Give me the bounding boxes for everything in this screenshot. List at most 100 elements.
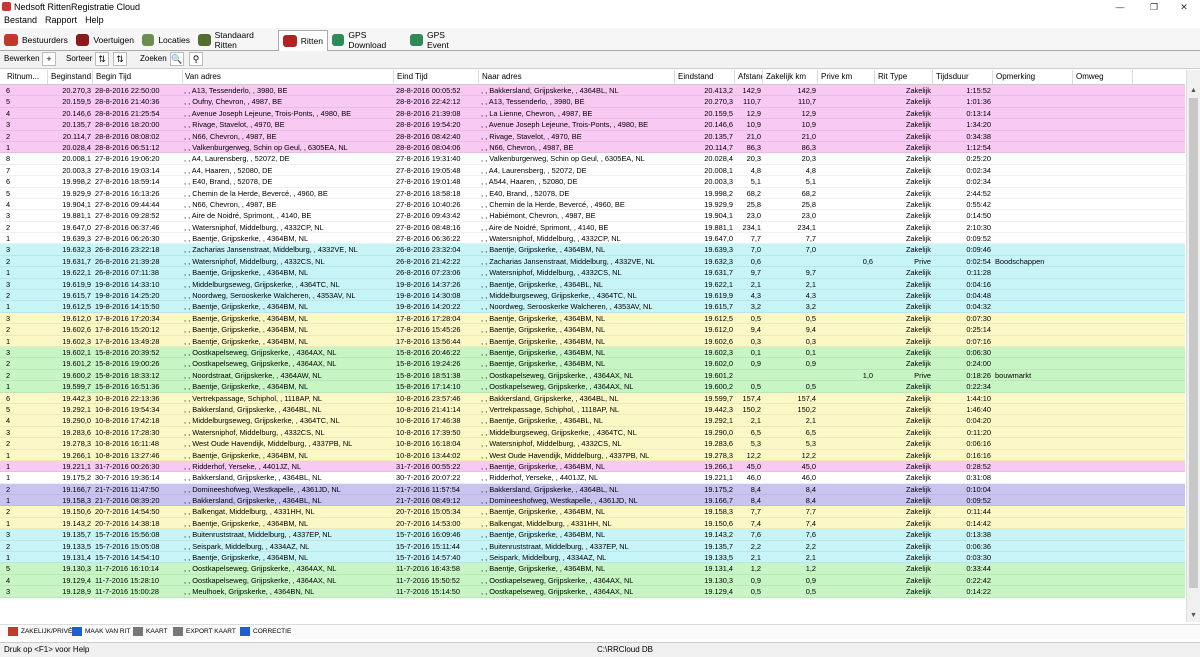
table-row[interactable]: 3 20.135,7 28-8-2016 18:20:00 , , Rivage, S… <box>0 119 1185 131</box>
column-header[interactable]: Beginstand <box>48 70 93 84</box>
column-header[interactable]: Eindstand <box>675 70 735 84</box>
table-cell: 2,1 <box>750 279 761 289</box>
table-row[interactable]: 2 19.602,6 17-8-2016 15:20:12 , , Baentje, … <box>0 324 1185 336</box>
column-header[interactable]: Begin Tijd <box>93 70 183 84</box>
table-row[interactable]: 3 19.619,9 19-8-2016 14:33:10 , , Middelbur… <box>0 278 1185 291</box>
table-row[interactable]: 1 19.639,3 27-8-2016 06:26:30 , , Baentje, … <box>0 233 1185 245</box>
table-row[interactable]: 4 19.904,1 27-8-2016 09:44:44 , , N66, Chev… <box>0 198 1185 211</box>
menu-help[interactable]: Help <box>81 14 108 26</box>
sort-descending-icon[interactable]: ⇅ <box>113 52 127 66</box>
table-row[interactable]: 1 20.028,4 28-8-2016 06:51:12 , , Valkenbur… <box>0 141 1185 154</box>
tab-standaard-ritten[interactable]: Standaard Ritten <box>194 30 276 50</box>
table-cell: Zakelijk <box>905 439 931 449</box>
table-row[interactable]: 3 19.283,6 10-8-2016 17:28:30 , , Watersnip… <box>0 426 1185 439</box>
action-maak-van-rit[interactable]: MAAK VAN RIT <box>72 627 130 636</box>
table-row[interactable]: 3 19.632,3 26-8-2016 23:22:18 , , Zacharias… <box>0 244 1185 256</box>
table-row[interactable]: 2 19.601,2 15-8-2016 19:00:26 , , Oostkapel… <box>0 358 1185 370</box>
table-row[interactable]: 1 19.143,2 20-7-2016 14:38:18 , , Baentje, … <box>0 517 1185 530</box>
table-row[interactable]: 6 19.442,3 10-8-2016 22:13:36 , , Vertrekpa… <box>0 392 1185 404</box>
action-correctie[interactable]: CORRECTIE <box>240 627 291 636</box>
table-cell: , , Zacharias Jansenstraat, Middelburg, … <box>184 245 358 255</box>
minimize-button[interactable]: — <box>1104 0 1136 14</box>
column-header[interactable]: Eind Tijd <box>394 70 479 84</box>
table-row[interactable]: 3 19.128,9 11-7-2016 15:00:28 , , Meulhoek,… <box>0 586 1185 598</box>
table-row[interactable]: 1 19.612,5 19-8-2016 14:15:50 , , Baentje, … <box>0 301 1185 313</box>
binoculars-icon[interactable]: ⚲ <box>189 52 203 66</box>
table-row[interactable]: 1 19.158,3 21-7-2016 08:39:20 , , Bakkersla… <box>0 495 1185 507</box>
table-cell: 2,2 <box>805 541 816 551</box>
table-cell: 19.602,1 <box>62 347 91 357</box>
table-cell: 21-7-2016 11:47:50 <box>95 484 159 494</box>
table-row[interactable]: 2 19.615,7 19-8-2016 14:25:20 , , Noordweg,… <box>0 290 1185 302</box>
maximize-button[interactable]: ❐ <box>1138 0 1170 14</box>
tab-voertuigen[interactable]: Voertuigen <box>72 30 138 49</box>
column-header[interactable]: Omweg <box>1073 70 1133 84</box>
column-header[interactable]: Rit Type <box>875 70 933 84</box>
column-header[interactable]: Van adres <box>182 70 394 84</box>
table-cell <box>818 347 875 358</box>
scroll-up-icon[interactable]: ▲ <box>1187 85 1200 97</box>
table-row[interactable]: 8 20.008,1 27-8-2016 19:06:20 , , A4, Laure… <box>0 153 1185 165</box>
table-cell <box>1073 563 1133 574</box>
table-row[interactable]: 4 19.129,4 11-7-2016 15:28:10 , , Oostkapel… <box>0 574 1185 587</box>
action-zakelijk-priv-[interactable]: ZAKELIJK/PRIVÉ <box>8 627 72 636</box>
tab-bestuurders[interactable]: Bestuurders <box>0 30 72 49</box>
table-row[interactable]: 2 19.150,6 20-7-2016 14:54:50 , , Balkengat… <box>0 506 1185 518</box>
table-row[interactable]: 1 19.221,1 31-7-2016 00:26:30 , , Ridderhof… <box>0 460 1185 473</box>
search-icon[interactable]: 🔍 <box>170 52 184 66</box>
table-cell <box>1073 142 1133 153</box>
action-export-kaart[interactable]: EXPORT KAART <box>173 627 236 636</box>
add-button[interactable]: + <box>42 52 56 66</box>
sort-ascending-icon[interactable]: ⇅ <box>95 52 109 66</box>
table-row[interactable]: 3 19.602,1 15-8-2016 20:39:52 , , Oostkapel… <box>0 346 1185 359</box>
table-row[interactable]: 2 19.647,0 27-8-2016 06:37:46 , , Watersnip… <box>0 221 1185 234</box>
tab-gps-event[interactable]: GPS Event <box>406 30 470 50</box>
scroll-down-icon[interactable]: ▼ <box>1187 610 1200 622</box>
table-cell: 7,7 <box>805 234 816 244</box>
table-row[interactable]: 5 19.130,3 11-7-2016 16:10:14 , , Oostkapel… <box>0 563 1185 575</box>
table-row[interactable]: 2 20.114,7 28-8-2016 08:08:02 , , N66, Chev… <box>0 130 1185 142</box>
table-row[interactable]: 2 19.278,3 10-8-2016 16:11:48 , , West Oude… <box>0 438 1185 450</box>
table-cell: 20-7-2016 14:38:18 <box>95 518 160 528</box>
table-row[interactable]: 5 19.929,9 27-8-2016 16:13:26 , , Chemin de… <box>0 187 1185 199</box>
table-row[interactable]: 1 19.266,1 10-8-2016 13:27:46 , , Baentje, … <box>0 449 1185 461</box>
table-row[interactable]: 4 20.146,6 28-8-2016 21:25:54 , , Avenue Jo… <box>0 107 1185 120</box>
tab-locaties[interactable]: Locaties <box>138 30 194 49</box>
table-row[interactable]: 6 19.998,2 27-8-2016 18:59:14 , , E40, Bran… <box>0 176 1185 188</box>
table-cell: 20.003,3 <box>704 177 733 187</box>
table-row[interactable]: 2 19.631,7 26-8-2016 21:39:28 , , Watersnip… <box>0 255 1185 268</box>
column-header[interactable]: Zakelijk km <box>763 70 818 84</box>
action-kaart[interactable]: KAART <box>133 627 168 636</box>
table-row[interactable]: 1 19.602,3 17-8-2016 13:49:28 , , Baentje, … <box>0 335 1185 347</box>
table-row[interactable]: 1 19.175,2 30-7-2016 19:36:14 , , Bakkersla… <box>0 472 1185 484</box>
tab-ritten[interactable]: Ritten <box>278 30 328 51</box>
column-header[interactable]: Ritnum... <box>4 70 48 84</box>
table-row[interactable]: 1 19.131,4 15-7-2016 14:54:10 , , Baentje, … <box>0 552 1185 564</box>
table-row[interactable]: 3 19.881,1 27-8-2016 09:28:52 , , Aire de N… <box>0 210 1185 222</box>
table-row[interactable]: 4 19.290,0 10-8-2016 17:42:18 , , Middelbur… <box>0 415 1185 427</box>
column-header[interactable]: Prive km <box>818 70 875 84</box>
column-header[interactable]: Opmerking <box>993 70 1073 84</box>
table-row[interactable]: 6 20.270,3 28-8-2016 22:50:00 , , A13, Tess… <box>0 85 1185 97</box>
table-row[interactable]: 3 19.135,7 15-7-2016 15:56:08 , , Buitenrus… <box>0 529 1185 541</box>
close-button[interactable]: ✕ <box>1168 0 1200 14</box>
table-row[interactable]: 2 19.600,2 15-8-2016 18:33:12 , , Noordstra… <box>0 369 1185 382</box>
menu-rapport[interactable]: Rapport <box>41 14 81 26</box>
table-row[interactable]: 5 20.159,5 28-8-2016 21:40:36 , , Oufny, Ch… <box>0 96 1185 108</box>
tab-gps-download[interactable]: GPS Download <box>328 30 404 50</box>
table-row[interactable]: 7 20.003,3 27-8-2016 19:03:14 , , A4, Haare… <box>0 164 1185 177</box>
table-row[interactable]: 2 19.133,5 15-7-2016 15:05:08 , , Seispark,… <box>0 540 1185 553</box>
table-cell: , , Vertrekpassage, Schiphol, , 1118AP, … <box>481 404 620 414</box>
vertical-scrollbar[interactable]: ▲ ▼ <box>1186 70 1200 622</box>
scroll-thumb[interactable] <box>1189 98 1198 588</box>
column-header[interactable]: Naar adres <box>479 70 675 84</box>
table-row[interactable]: 1 19.599,7 15-8-2016 16:51:36 , , Baentje, … <box>0 381 1185 393</box>
table-row[interactable]: 2 19.166,7 21-7-2016 11:47:50 , , Domineesh… <box>0 483 1185 496</box>
table-row[interactable]: 3 19.612,0 17-8-2016 17:20:34 , , Baentje, … <box>0 312 1185 325</box>
table-row[interactable]: 5 19.292,1 10-8-2016 19:54:34 , , Bakkersla… <box>0 403 1185 416</box>
table-row[interactable]: 1 19.622,1 26-8-2016 07:11:38 , , Baentje, … <box>0 267 1185 279</box>
menu-bestand[interactable]: Bestand <box>0 14 41 26</box>
column-header[interactable]: Afstand <box>735 70 763 84</box>
table-cell <box>1073 552 1133 563</box>
column-header[interactable]: Tijdsduur <box>933 70 993 84</box>
